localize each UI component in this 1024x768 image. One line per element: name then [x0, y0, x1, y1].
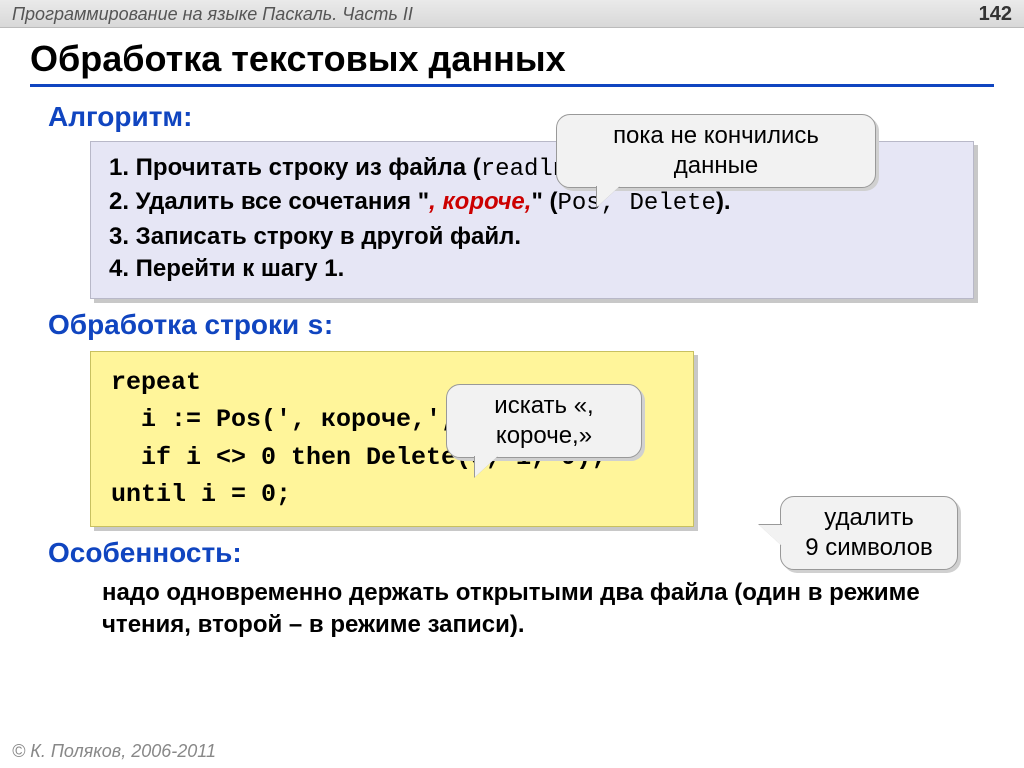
callout-tail-icon — [597, 185, 621, 207]
section-processing: Обработка строки s: — [48, 309, 994, 343]
callout-search: искать «, короче,» — [446, 384, 642, 458]
code-line: repeat — [111, 368, 201, 397]
slide-content: Обработка текстовых данных Алгоритм: 1. … — [0, 28, 1024, 641]
callout-tail-icon — [475, 455, 499, 477]
feature-text: надо одновременно держать открытыми два … — [102, 577, 974, 642]
algo-step-4: 4. Перейти к шагу 1. — [109, 253, 955, 285]
slide-title: Обработка текстовых данных — [30, 38, 994, 87]
callout-until-data-ends: пока не кончились данные — [556, 114, 876, 188]
algo-step-3: 3. Записать строку в другой файл. — [109, 221, 955, 253]
callout-tail-icon — [759, 525, 783, 547]
page-number: 142 — [979, 0, 1012, 27]
code-line: until i = 0; — [111, 480, 291, 509]
doc-title: Программирование на языке Паскаль. Часть… — [12, 0, 413, 27]
callout-delete-9: удалить 9 символов — [780, 496, 958, 570]
top-bar: Программирование на языке Паскаль. Часть… — [0, 0, 1024, 28]
copyright: © К. Поляков, 2006-2011 — [12, 741, 216, 762]
algo-step-2: 2. Удалить все сочетания ", короче," (Po… — [109, 186, 955, 220]
